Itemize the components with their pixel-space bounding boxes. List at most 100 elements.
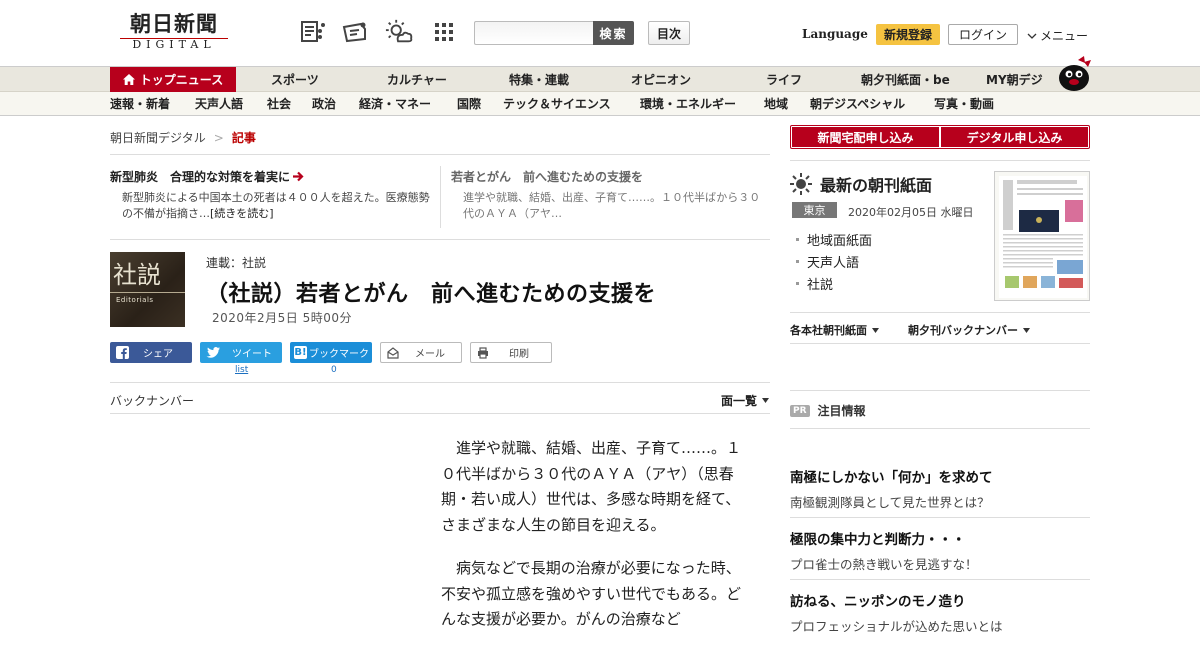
nav-opinion[interactable]: オピニオン xyxy=(631,67,691,92)
nav-paper-be[interactable]: 朝夕刊紙面・be xyxy=(861,67,950,92)
breadcrumb-separator: > xyxy=(213,130,224,145)
pr-item[interactable]: 極限の集中力と判断力・・・ プロ雀士の熱き戦いを見逃すな！ xyxy=(790,528,978,573)
twitter-count[interactable]: list xyxy=(235,365,248,375)
nav-sports[interactable]: スポーツ xyxy=(271,67,319,92)
news-icon[interactable] xyxy=(299,18,327,46)
sun-icon xyxy=(790,173,812,195)
pr-item[interactable]: 南極にしかない「何か」を求めて 南極観測隊員として見た世界とは？ xyxy=(790,466,993,511)
thumbnail-english: Editorials xyxy=(116,296,154,304)
backnumber-dropdown[interactable]: 朝夕刊バックナンバー xyxy=(908,322,1030,338)
divider xyxy=(790,312,1090,313)
article-title: （社説）若者とがん 前へ進むための支援を xyxy=(206,282,657,307)
search-input[interactable] xyxy=(474,21,593,45)
nav-culture[interactable]: カルチャー xyxy=(387,67,447,92)
subscribe-digital-button[interactable]: デジタル申し込み xyxy=(941,127,1088,147)
paper-link-item[interactable]: 天声人語 xyxy=(796,250,872,272)
nav-breaking[interactable]: 速報・新着 xyxy=(110,92,170,115)
nav-features[interactable]: 特集・連載 xyxy=(509,67,569,92)
nav-photo-video[interactable]: 写真・動画 xyxy=(934,92,994,115)
backnumber-dropdown-label: 朝夕刊バックナンバー xyxy=(908,324,1018,337)
paper-link-tenseijingo: 天声人語 xyxy=(807,255,860,271)
pr-heading: PR 注目情報 xyxy=(790,402,866,419)
weather-icon[interactable] xyxy=(385,18,413,46)
newspaper-front-page-thumbnail[interactable] xyxy=(994,171,1090,301)
divider xyxy=(790,390,1090,391)
related-article-1[interactable]: 新型肺炎 合理的な対策を着実に 新型肺炎による中国本土の死者は４００人を超えた。… xyxy=(110,168,430,222)
menu-button[interactable]: メニュー xyxy=(1027,27,1088,44)
pr-item-title: 訪ねる、ニッポンのモノ造り xyxy=(790,594,966,610)
region-badge: 東京 xyxy=(792,202,837,218)
language-link[interactable]: Language xyxy=(802,27,868,41)
pr-item-subtitle: 南極観測隊員として見た世界とは？ xyxy=(790,495,990,510)
facebook-share-label: シェア xyxy=(143,349,173,360)
print-button[interactable]: 印刷 xyxy=(470,342,552,363)
article-body: 進学や就職、結婚、出産、子育て……。１０代半ばから３０代のＡＹＡ（アヤ）（思春期… xyxy=(441,436,746,651)
divider xyxy=(110,154,770,155)
twitter-share-button[interactable]: ツイート xyxy=(200,342,282,363)
series-label[interactable]: 連載：社説 xyxy=(206,254,266,271)
nav-tech-science[interactable]: テック＆サイエンス xyxy=(503,92,611,115)
mascot-icon[interactable] xyxy=(1054,56,1092,92)
hatena-bookmark-button[interactable]: B! ブックマーク xyxy=(290,342,372,363)
facebook-share-button[interactable]: シェア xyxy=(110,342,192,363)
logo-text-en: DIGITAL xyxy=(132,38,216,51)
toc-button[interactable]: 目次 xyxy=(648,21,690,45)
nav-top-news[interactable]: トップニュース xyxy=(110,67,236,92)
nav-life[interactable]: ライフ xyxy=(766,67,802,92)
nav-international[interactable]: 国際 xyxy=(457,92,481,115)
facebook-icon xyxy=(116,346,129,359)
paper-link-editorial: 社説 xyxy=(807,277,834,293)
mail-button[interactable]: メール xyxy=(380,342,462,363)
paper-link-item[interactable]: 地域面紙面 xyxy=(796,228,872,250)
search-button[interactable]: 検索 xyxy=(593,21,634,45)
caret-down-icon xyxy=(1023,327,1030,333)
subscribe-buttons: 新聞宅配申し込み デジタル申し込み xyxy=(790,125,1090,149)
latest-paper-title: 最新の朝刊紙面 xyxy=(820,176,933,195)
nav-tenseijingo[interactable]: 天声人語 xyxy=(195,92,243,115)
nav-politics[interactable]: 政治 xyxy=(312,92,336,115)
paper-date: 2020年02月05日 水曜日 xyxy=(848,206,974,219)
backnumber-link[interactable]: バックナンバー xyxy=(110,392,194,409)
divider xyxy=(790,343,1090,344)
mail-icon xyxy=(387,346,399,359)
twitter-icon xyxy=(206,346,220,358)
breadcrumb-current: 記事 xyxy=(231,131,256,145)
menu-label: メニュー xyxy=(1040,29,1089,43)
signup-button[interactable]: 新規登録 xyxy=(876,24,940,45)
nav-my-asadigi[interactable]: MY朝デジ xyxy=(986,67,1043,92)
paper-link-regional: 地域面紙面 xyxy=(807,233,873,249)
nav-regional[interactable]: 地域 xyxy=(764,92,788,115)
pr-item[interactable]: 訪ねる、ニッポンのモノ造り プロフェッショナルが込めた思いとは xyxy=(790,590,1003,635)
related-article-2-desc: 進学や就職、結婚、出産、子育て……。１０代半ばから３０代のＡＹＡ（アヤ… xyxy=(463,191,761,220)
subscribe-paper-button[interactable]: 新聞宅配申し込み xyxy=(792,127,939,147)
twitter-share-label: ツイート xyxy=(232,349,272,360)
paper-link-item[interactable]: 社説 xyxy=(796,272,872,294)
page-list-dropdown[interactable]: 面一覧 xyxy=(721,392,770,409)
site-logo[interactable]: 朝日新聞 DIGITAL xyxy=(118,12,230,51)
divider xyxy=(790,160,1090,161)
breadcrumb-home[interactable]: 朝日新聞デジタル xyxy=(110,129,206,146)
read-more-link[interactable]: [続きを読む] xyxy=(210,207,274,220)
related-article-1-title: 新型肺炎 合理的な対策を着実に xyxy=(110,170,291,184)
login-button[interactable]: ログイン xyxy=(948,24,1018,45)
print-icon xyxy=(478,346,488,359)
regional-paper-dropdown[interactable]: 各本社朝刊紙面 xyxy=(790,322,879,338)
chevron-down-icon xyxy=(1027,33,1037,39)
hatena-count[interactable]: 0 xyxy=(331,365,337,375)
related-article-2-title: 若者とがん 前へ進むための支援を xyxy=(451,170,644,184)
divider xyxy=(790,579,1090,580)
divider xyxy=(110,382,770,383)
pr-badge: PR xyxy=(790,404,810,417)
ticket-icon[interactable] xyxy=(341,18,369,46)
apps-grid-icon[interactable] xyxy=(430,18,458,46)
latest-paper-heading: 最新の朝刊紙面 xyxy=(790,172,932,196)
nav-special[interactable]: 朝デジスペシャル xyxy=(810,92,905,115)
mail-label: メール xyxy=(415,349,445,360)
breadcrumb: 朝日新聞デジタル > 記事 xyxy=(110,129,256,146)
nav-environment[interactable]: 環境・エネルギー xyxy=(640,92,736,115)
pr-item-subtitle: プロ雀士の熱き戦いを見逃すな！ xyxy=(790,557,978,572)
nav-society[interactable]: 社会 xyxy=(267,92,291,115)
caret-down-icon xyxy=(872,327,879,333)
nav-economy[interactable]: 経済・マネー xyxy=(359,92,431,115)
related-article-2[interactable]: 若者とがん 前へ進むための支援を 進学や就職、結婚、出産、子育て……。１０代半ば… xyxy=(451,168,771,222)
